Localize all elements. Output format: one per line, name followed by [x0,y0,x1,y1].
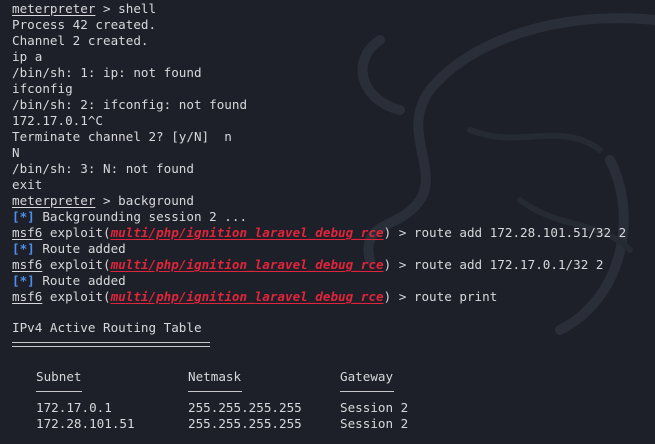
exploit-prefix: exploit( [42,257,111,272]
column-header-netmask: Netmask [188,369,242,384]
info-text: Route added [34,241,126,256]
command-text: ) > route add 172.17.0.1/32 2 [383,257,604,272]
output-text: exit [12,177,43,192]
output-text: Terminate channel 2? [y/N] n [12,129,232,144]
output-text: N [12,145,20,160]
command-text: > shell [95,1,157,16]
routing-table-title: IPv4 Active Routing Table [12,320,202,335]
route-cell: 255.255.255.255 [188,416,302,431]
route-cell: Session 2 [340,400,409,415]
route-cell: 172.28.101.51 [36,416,135,431]
column-header-underline [340,391,394,392]
route-cell: 255.255.255.255 [188,400,302,415]
info-text: Route added [34,273,126,288]
command-text: ) > route print [383,289,498,304]
exploit-prefix: exploit( [42,225,111,240]
info-marker: [*] [12,273,35,288]
terminal-line: ifconfig [12,81,73,97]
msf-prompt: msf6 [12,225,43,240]
command-text: > background [95,193,194,208]
info-marker: [*] [12,209,35,224]
exploit-module-name: multi/php/ignition_laravel_debug_rce [110,289,384,304]
output-text: Channel 2 created. [12,33,149,48]
route-cell: Session 2 [340,416,409,431]
terminal-line: Terminate channel 2? [y/N] n [12,129,232,145]
meterpreter-prompt: meterpreter [12,193,96,208]
column-header-gateway: Gateway [340,369,394,384]
output-text: ip a [12,49,43,64]
terminal-line: msf6 exploit(multi/php/ignition_laravel_… [12,289,497,305]
terminal-output[interactable]: meterpreter > shell Process 42 created. Ch… [0,0,655,444]
column-header-subnet: Subnet [36,369,82,384]
terminal-line: /bin/sh: 3: N: not found [12,161,194,177]
output-text: /bin/sh: 3: N: not found [12,161,194,176]
output-text: Process 42 created. [12,17,157,32]
terminal-line: meterpreter > background [12,193,194,209]
terminal-line: /bin/sh: 1: ip: not found [12,65,202,81]
output-text: ifconfig [12,81,73,96]
terminal-line: Process 42 created. [12,17,156,33]
terminal-line: [*] Route added [12,273,126,289]
output-text: /bin/sh: 2: ifconfig: not found [12,97,248,112]
terminal-line: exit [12,177,42,193]
terminal-line: 172.17.0.1^C [12,113,103,129]
terminal-line: [*] Backgrounding session 2 ... [12,209,247,225]
exploit-prefix: exploit( [42,289,111,304]
terminal-line: ip a [12,49,42,65]
exploit-module-name: multi/php/ignition_laravel_debug_rce [110,257,384,272]
terminal-line: msf6 exploit(multi/php/ignition_laravel_… [12,257,603,273]
route-cell: 172.17.0.1 [36,400,112,415]
terminal-line: meterpreter > shell [12,1,156,17]
output-text: /bin/sh: 1: ip: not found [12,65,202,80]
command-text: ) > route add 172.28.101.51/32 2 [383,225,627,240]
exploit-module-name: multi/php/ignition_laravel_debug_rce [110,225,384,240]
terminal-line: [*] Route added [12,241,126,257]
routing-table-title-underline [12,342,210,347]
output-text: 172.17.0.1^C [12,113,103,128]
msf-prompt: msf6 [12,257,43,272]
terminal-line: Channel 2 created. [12,33,148,49]
meterpreter-prompt: meterpreter [12,1,96,16]
terminal-line: /bin/sh: 2: ifconfig: not found [12,97,247,113]
msf-prompt: msf6 [12,289,43,304]
terminal-line: msf6 exploit(multi/php/ignition_laravel_… [12,225,626,241]
info-marker: [*] [12,241,35,256]
info-text: Backgrounding session 2 ... [34,209,248,224]
column-header-underline [188,391,242,392]
column-header-underline [36,391,82,392]
terminal-line: N [12,145,20,161]
